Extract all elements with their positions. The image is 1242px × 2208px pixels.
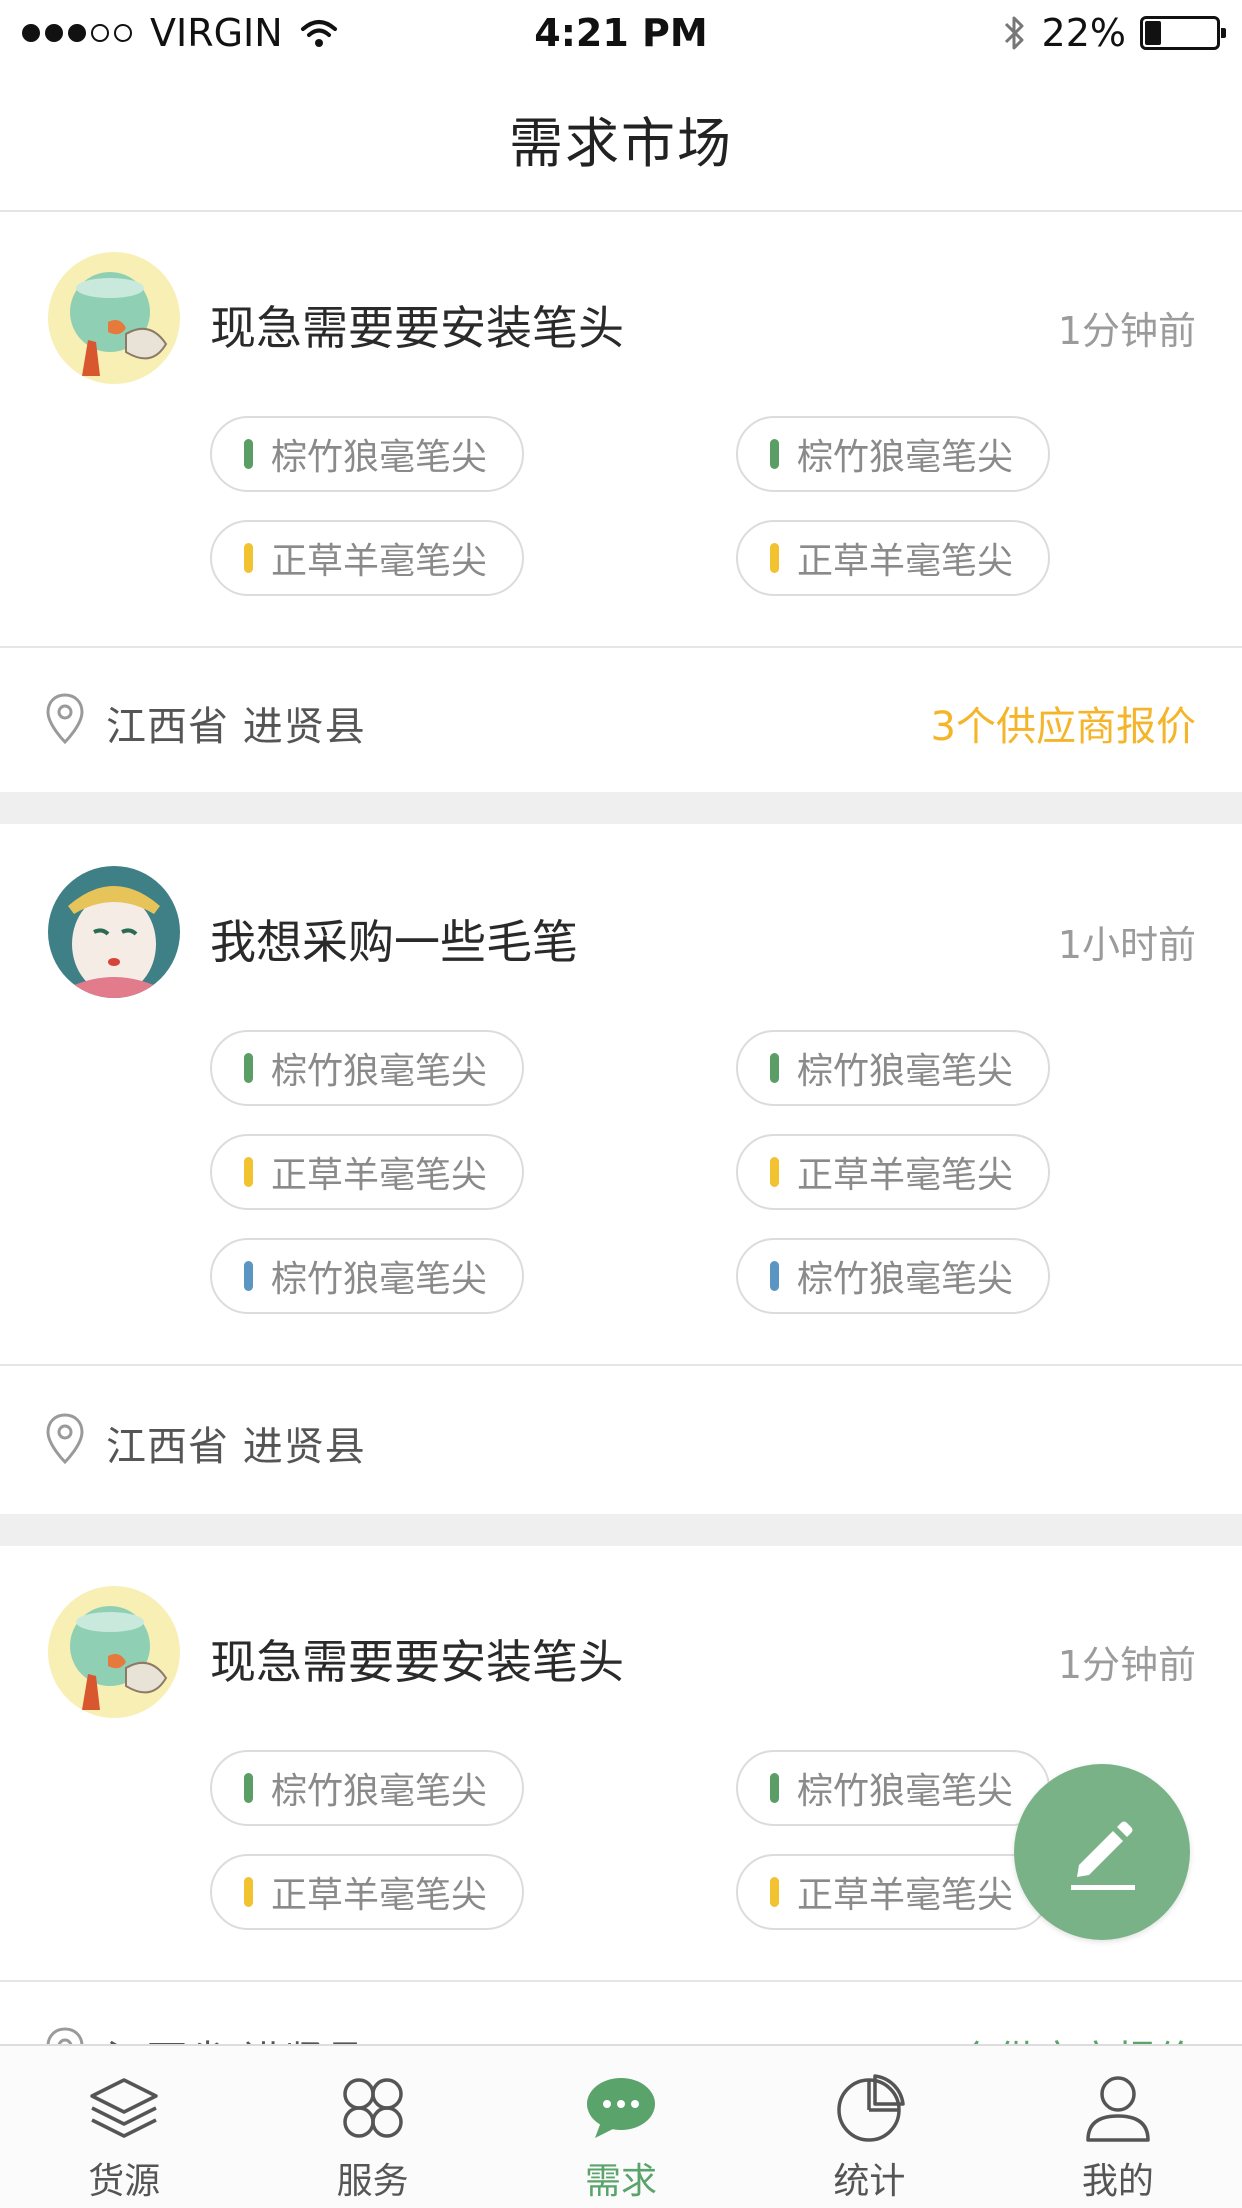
location-row: 江西省 进贤县 3个供应商报价 [0,1998,1242,2044]
tag-label: 正草羊毫笔尖 [271,541,488,582]
avatar-geisha[interactable] [48,866,180,998]
tag-label: 棕竹狼毫笔尖 [271,1051,488,1092]
product-tag[interactable]: 棕竹狼毫笔尖 [736,1030,1050,1106]
tag-label: 棕竹狼毫笔尖 [797,1771,1014,1812]
location-row: 江西省 进贤县 [0,1384,1242,1494]
product-tag[interactable]: 棕竹狼毫笔尖 [210,1750,524,1826]
divider [0,646,1242,648]
status-left: VIRGIN [22,11,339,55]
chat-bubble-icon [587,2078,656,2138]
page-title: 需求市场 [509,111,733,175]
tag-label: 棕竹狼毫笔尖 [797,1259,1014,1300]
product-tag[interactable]: 棕竹狼毫笔尖 [736,1750,1050,1826]
demand-card[interactable]: 我想采购一些毛笔 1小时前 棕竹狼毫笔尖 棕竹狼毫笔尖 正草羊毫笔尖 正草羊毫笔… [0,824,1242,1514]
tag-label: 棕竹狼毫笔尖 [797,437,1014,478]
carrier-name: VIRGIN [150,11,283,55]
tag-label: 正草羊毫笔尖 [271,1875,488,1916]
location-pin-icon [46,2027,84,2044]
nav-bar: 需求市场 [0,66,1242,212]
product-tag[interactable]: 棕竹狼毫笔尖 [210,416,524,492]
bluetooth-icon [1004,16,1024,50]
product-tag[interactable]: 正草羊毫笔尖 [736,1134,1050,1210]
grid-icon [342,2078,403,2138]
tab-supply[interactable]: 货源 [0,2046,248,2208]
post-demand-button[interactable] [1014,1764,1190,1940]
tag-label: 棕竹狼毫笔尖 [271,437,488,478]
product-tag[interactable]: 棕竹狼毫笔尖 [736,416,1050,492]
tab-statistics[interactable]: 统计 [745,2046,993,2208]
tab-label: 货源 [88,2161,161,2202]
location-text: 江西省 进贤县 [106,1424,366,1470]
pencil-icon [1071,1821,1135,1890]
section-gap [0,1514,1242,1546]
product-tag[interactable]: 棕竹狼毫笔尖 [210,1238,524,1314]
signal-strength-icon [22,24,132,42]
product-tag[interactable]: 正草羊毫笔尖 [210,1134,524,1210]
location-text: 江西省 进贤县 [106,704,366,750]
tab-profile[interactable]: 我的 [994,2046,1242,2208]
product-tag[interactable]: 正草羊毫笔尖 [210,520,524,596]
avatar-goldfish[interactable] [48,252,180,384]
battery-icon [1140,16,1226,50]
tag-label: 棕竹狼毫笔尖 [271,1259,488,1300]
card-title: 我想采购一些毛笔 [210,915,578,969]
tag-label: 正草羊毫笔尖 [797,1875,1014,1916]
status-bar: VIRGIN 4:21 PM 22% [0,0,1242,66]
status-right: 22% [1002,11,1226,55]
tab-bar: 货源 服务 需求 统计 我的 [0,2044,1242,2208]
tab-service[interactable]: 服务 [248,2046,496,2208]
location-pin-icon [46,693,84,745]
tag-label: 棕竹狼毫笔尖 [271,1771,488,1812]
avatar-goldfish[interactable] [48,1586,180,1718]
tab-label: 需求 [585,2161,658,2202]
tag-label: 棕竹狼毫笔尖 [797,1051,1014,1092]
card-title: 现急需要要安装笔头 [210,301,624,355]
tab-label: 服务 [336,2161,409,2202]
layers-icon [90,2078,158,2138]
card-time: 1分钟前 [1057,1643,1196,1687]
card-time: 1分钟前 [1057,309,1196,353]
divider [0,1980,1242,1982]
product-tag[interactable]: 棕竹狼毫笔尖 [736,1238,1050,1314]
location-text: 江西省 进贤县 [106,2028,366,2044]
tab-demand[interactable]: 需求 [497,2046,745,2208]
supplier-quote-link[interactable]: 3个供应商报价 [931,694,1196,752]
card-time: 1小时前 [1057,923,1196,967]
tag-label: 正草羊毫笔尖 [271,1155,488,1196]
demand-card[interactable]: 现急需要要安装笔头 1分钟前 棕竹狼毫笔尖 棕竹狼毫笔尖 正草羊毫笔尖 正草羊毫… [0,212,1242,792]
tab-label: 我的 [1081,2161,1154,2202]
pie-chart-icon [837,2074,906,2142]
product-tag[interactable]: 正草羊毫笔尖 [736,520,1050,596]
battery-percent: 22% [1041,11,1126,55]
location-pin-icon [46,1413,84,1465]
user-icon [1086,2076,1150,2142]
section-gap [0,792,1242,824]
product-tag[interactable]: 正草羊毫笔尖 [736,1854,1050,1930]
tab-label: 统计 [833,2161,906,2202]
tag-label: 正草羊毫笔尖 [797,1155,1014,1196]
product-tag[interactable]: 正草羊毫笔尖 [210,1854,524,1930]
wifi-icon [300,20,337,47]
product-tag[interactable]: 棕竹狼毫笔尖 [210,1030,524,1106]
location-row: 江西省 进贤县 3个供应商报价 [0,664,1242,774]
card-title: 现急需要要安装笔头 [210,1635,624,1689]
tag-label: 正草羊毫笔尖 [797,541,1014,582]
supplier-quote-link[interactable]: 3个供应商报价 [931,2028,1196,2044]
divider [0,1364,1242,1366]
